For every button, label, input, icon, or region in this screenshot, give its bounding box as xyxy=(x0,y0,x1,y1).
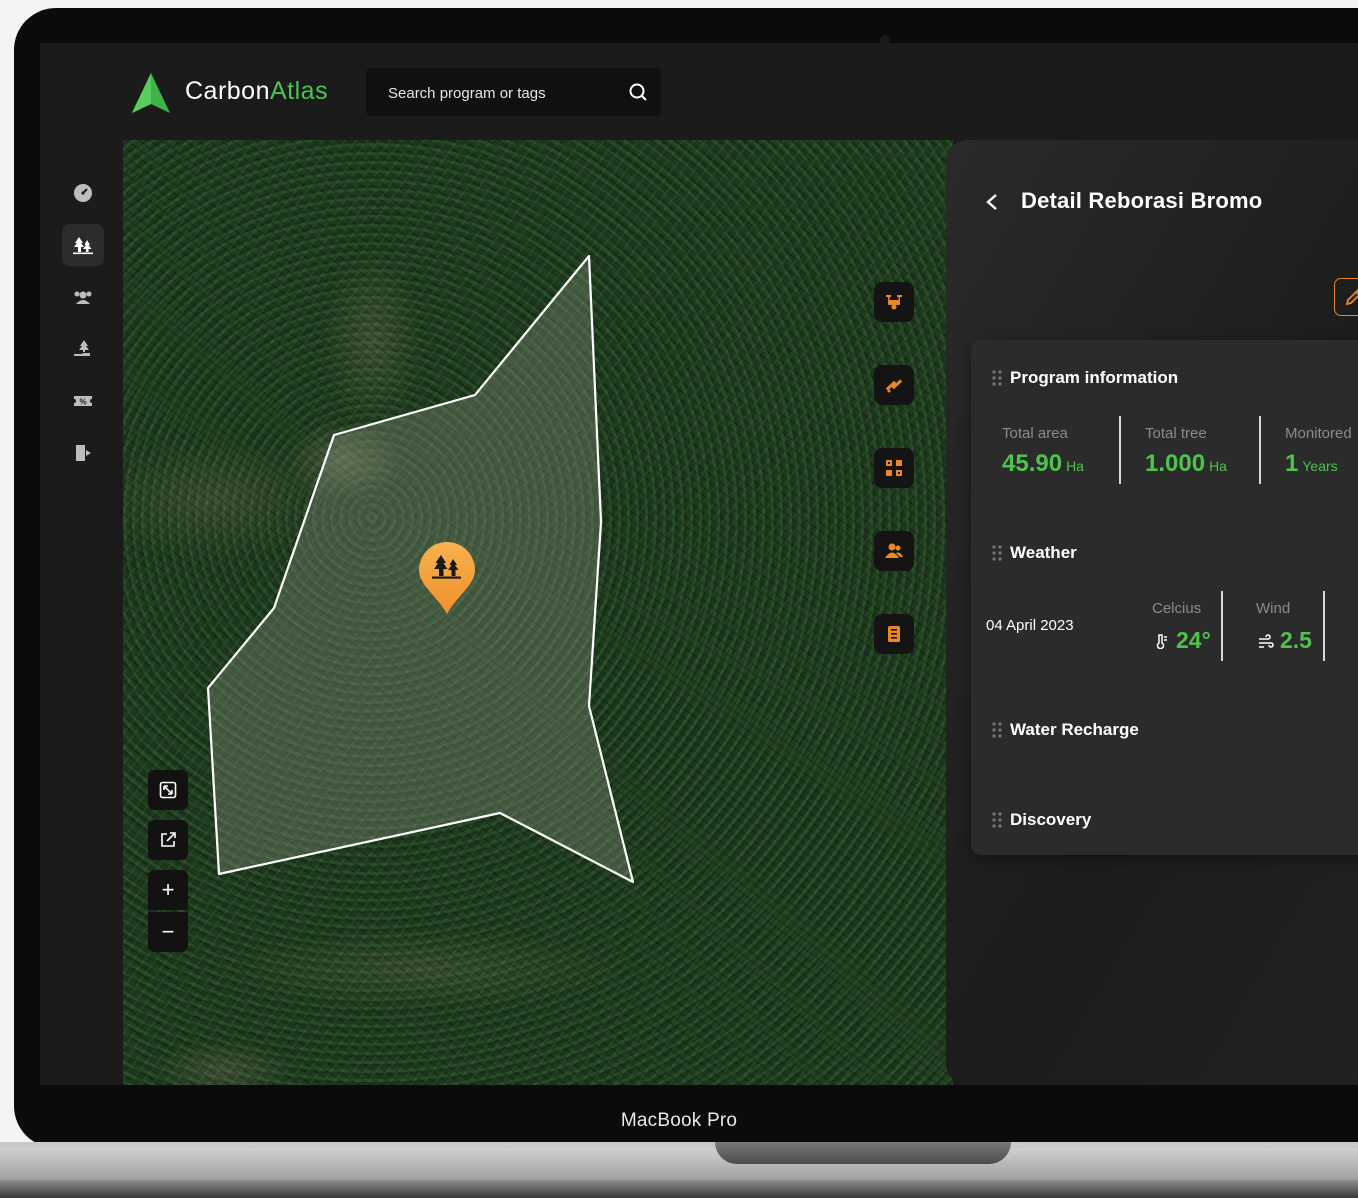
section-heading: Program information xyxy=(1010,368,1179,387)
drone-tool-button[interactable] xyxy=(874,282,914,322)
section-heading: Discovery xyxy=(1010,810,1092,829)
search-icon[interactable] xyxy=(628,82,648,102)
edit-button[interactable] xyxy=(1334,278,1358,316)
panel-title: Detail Reborasi Bromo xyxy=(1021,188,1263,213)
discount-ticket-icon: % xyxy=(74,396,92,407)
drone-icon xyxy=(886,295,902,310)
sidebar-item-community[interactable] xyxy=(62,276,104,318)
app-screen: CarbonAtlas % xyxy=(40,43,1358,1085)
open-external-button[interactable] xyxy=(148,820,188,860)
stat-unit: Years xyxy=(1302,458,1338,474)
divider xyxy=(1221,591,1223,661)
stat-total-area: Total area 45.90 Ha xyxy=(1002,425,1084,478)
thermometer-icon xyxy=(1156,634,1167,649)
pencil-icon xyxy=(1345,288,1358,306)
program-detail-card: Program information Total area 45.90 Ha T… xyxy=(971,340,1358,855)
satellite-tool-button[interactable] xyxy=(874,365,914,405)
wind-icon xyxy=(1259,634,1274,648)
trees-icon xyxy=(73,237,93,255)
stat-unit: Ha xyxy=(1066,458,1084,474)
external-link-icon xyxy=(161,832,176,847)
users-icon xyxy=(74,291,92,304)
stat-value: 1 xyxy=(1285,450,1299,477)
back-chevron-icon[interactable] xyxy=(984,193,1000,211)
zoom-out-button[interactable]: − xyxy=(148,912,188,952)
sidebar-item-dashboard[interactable] xyxy=(62,172,104,214)
drag-handle-icon[interactable] xyxy=(990,811,1004,829)
discovery-section[interactable]: Discovery xyxy=(990,810,1091,830)
divider xyxy=(1119,416,1121,484)
laptop-base-bottom xyxy=(0,1180,1358,1198)
stat-label: Total area xyxy=(1002,425,1068,442)
device-model-label: MacBook Pro xyxy=(620,1110,738,1131)
team-icon xyxy=(885,543,903,558)
sidebar-item-planting[interactable] xyxy=(62,328,104,370)
laptop-base-lip xyxy=(0,1142,1358,1148)
zoom-in-button[interactable]: + xyxy=(148,870,188,910)
weather-section[interactable]: Weather xyxy=(990,543,1077,563)
report-icon xyxy=(888,626,900,642)
search-bar xyxy=(366,68,661,118)
celcius-label: Celcius xyxy=(1152,600,1202,617)
drag-handle-icon[interactable] xyxy=(990,544,1004,562)
divider xyxy=(1323,591,1325,661)
detail-panel: Detail Reborasi Bromo Program informatio… xyxy=(946,140,1358,1085)
drag-handle-icon[interactable] xyxy=(990,721,1004,739)
brand-name[interactable]: CarbonAtlas xyxy=(185,77,328,106)
area-select-icon xyxy=(886,460,902,476)
stat-value: 45.90 xyxy=(1002,450,1063,477)
program-area-polygon[interactable] xyxy=(123,140,953,1085)
team-tool-button[interactable] xyxy=(874,531,914,571)
wind-label: Wind xyxy=(1256,600,1291,617)
program-location-marker[interactable] xyxy=(417,540,477,616)
celcius-value: 24° xyxy=(1176,627,1211,653)
fit-bounds-button[interactable] xyxy=(148,770,188,810)
sidebar-item-programs[interactable] xyxy=(62,224,104,266)
divider xyxy=(1259,416,1261,484)
sidebar-item-logout[interactable] xyxy=(62,432,104,474)
section-heading: Weather xyxy=(1010,543,1077,562)
stat-unit: Ha xyxy=(1209,458,1227,474)
laptop-opening-notch xyxy=(715,1142,1011,1164)
drag-handle-icon[interactable] xyxy=(990,369,1004,387)
stat-label: Monitored xyxy=(1285,425,1352,442)
report-tool-button[interactable] xyxy=(874,614,914,654)
stat-label: Total tree xyxy=(1145,425,1207,442)
logout-icon xyxy=(76,445,91,461)
area-select-tool-button[interactable] xyxy=(874,448,914,488)
program-information-section[interactable]: Program information xyxy=(990,368,1178,388)
search-input[interactable] xyxy=(386,68,620,118)
satellite-icon xyxy=(885,379,903,393)
section-heading: Water Recharge xyxy=(1010,720,1139,739)
water-recharge-section[interactable]: Water Recharge xyxy=(990,720,1139,740)
resize-icon xyxy=(159,781,177,799)
tree-hand-icon xyxy=(74,340,90,356)
stat-value: 1.000 xyxy=(1145,450,1206,477)
sidebar-item-vouchers[interactable]: % xyxy=(62,380,104,422)
speedometer-icon xyxy=(74,184,92,202)
weather-date: 04 April 2023 xyxy=(986,617,1074,634)
carbonatlas-logo xyxy=(132,73,170,113)
svg-text:%: % xyxy=(79,398,86,407)
wind-value: 2.5 xyxy=(1280,627,1312,653)
stat-total-tree: Total tree 1.000 Ha xyxy=(1145,425,1227,478)
satellite-map[interactable]: + − xyxy=(123,140,953,1085)
stat-monitored: Monitored 1 Years xyxy=(1285,425,1352,478)
